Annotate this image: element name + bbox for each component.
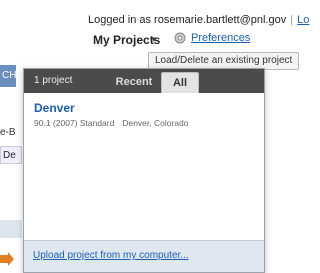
list-item[interactable]: Denver 90.1 (2007) Standard Denver, Color… <box>34 101 189 128</box>
upload-project-link[interactable]: Upload project from my computer... <box>33 250 189 261</box>
background-text-fragment: e-B <box>0 127 16 138</box>
login-status: Logged in as rosemarie.bartlett@pnl.gov |… <box>88 14 309 26</box>
gear-icon <box>174 32 186 44</box>
projects-dropdown: 1 project Recent All Denver 90.1 (2007) … <box>23 68 265 273</box>
arrow-right-icon <box>0 252 14 266</box>
panel-header: 1 project Recent All <box>24 69 264 93</box>
background-field-fragment: De <box>0 146 22 164</box>
project-meta: 90.1 (2007) Standard Denver, Colorado <box>34 118 189 128</box>
separator: | <box>290 14 294 26</box>
chevron-down-icon[interactable]: ▼ <box>150 35 158 44</box>
project-standard: 90.1 (2007) Standard <box>34 118 115 128</box>
background-tab-fragment: CH <box>0 65 16 87</box>
tab-recent[interactable]: Recent <box>108 72 160 93</box>
panel-footer: Upload project from my computer... <box>24 240 264 272</box>
preferences-link[interactable]: Preferences <box>191 32 250 44</box>
logout-link[interactable]: Lo <box>297 14 309 26</box>
login-text: Logged in as rosemarie.bartlett@pnl.gov <box>88 14 287 26</box>
preferences-link-group[interactable]: Preferences <box>173 31 250 45</box>
project-name[interactable]: Denver <box>34 101 189 115</box>
background-band <box>0 220 22 238</box>
project-location: Denver, Colorado <box>122 118 189 128</box>
project-count: 1 project <box>34 75 73 86</box>
tab-all[interactable]: All <box>161 72 199 93</box>
